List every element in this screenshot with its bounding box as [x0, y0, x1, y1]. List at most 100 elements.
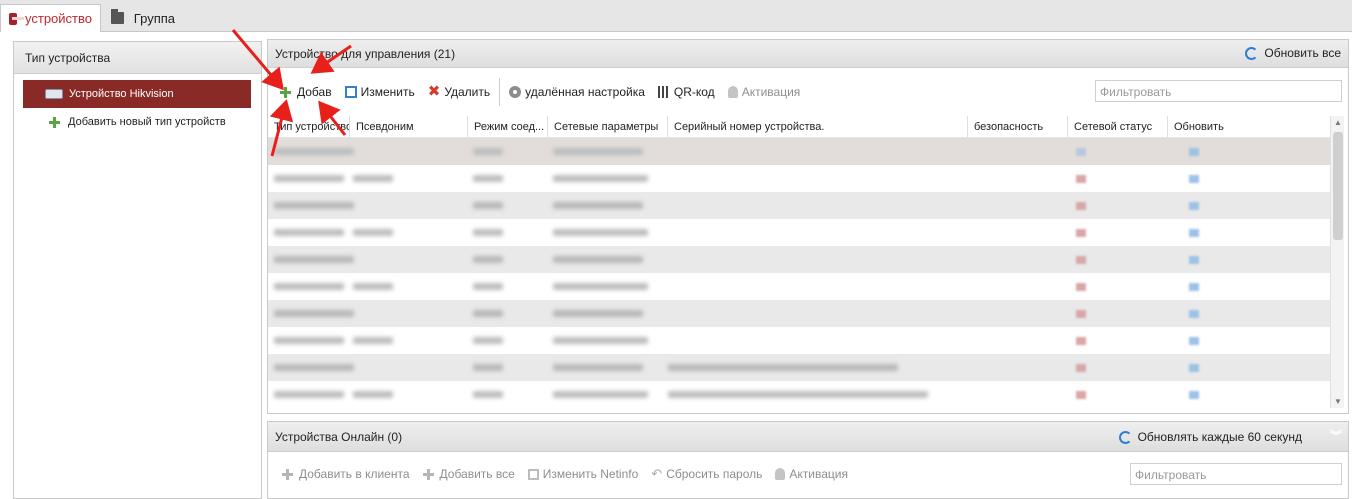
nvr-device-icon: [45, 89, 63, 99]
table-row[interactable]: [268, 192, 1332, 219]
col-network-params[interactable]: Сетевые параметры: [548, 116, 668, 138]
col-connection-mode[interactable]: Режим соед...: [468, 116, 548, 138]
devices-table-header: Тип устройство... Псевдоним Режим соед..…: [268, 116, 1333, 138]
obscured-cell: [473, 175, 503, 182]
obscured-cell: [553, 391, 648, 398]
network-status-icon: [1076, 283, 1086, 291]
col-device-type[interactable]: Тип устройство...: [268, 116, 350, 138]
obscured-cell: [668, 364, 898, 371]
delete-device-button[interactable]: ✖ Удалить: [427, 83, 491, 100]
table-row[interactable]: [268, 219, 1332, 246]
auto-refresh-toggle[interactable]: Обновлять каждые 60 секунд: [1118, 430, 1302, 444]
online-filter-input[interactable]: Фильтровать: [1130, 463, 1342, 485]
refresh-status-icon[interactable]: [1189, 364, 1199, 372]
col-security[interactable]: безопасность: [968, 116, 1068, 138]
devices-scrollbar[interactable]: ▲ ▼: [1330, 116, 1344, 408]
obscured-cell: [473, 148, 503, 155]
add-all-button[interactable]: Добавить все: [422, 467, 515, 481]
refresh-status-icon[interactable]: [1189, 283, 1199, 291]
obscured-cell: [274, 256, 354, 263]
add-device-label: Добав: [297, 85, 332, 99]
refresh-all-button[interactable]: Обновить все: [1245, 46, 1341, 60]
delete-icon: ✖: [427, 83, 441, 100]
plus-icon: [422, 468, 434, 480]
refresh-status-icon[interactable]: [1189, 337, 1199, 345]
obscured-cell: [353, 391, 393, 398]
table-row[interactable]: [268, 354, 1332, 381]
edit-device-label: Изменить: [360, 85, 415, 99]
device-type-panel: Тип устройства Устройство Hikvision Доба…: [13, 41, 262, 499]
edit-icon: [527, 468, 539, 480]
col-network-status[interactable]: Сетевой статус: [1068, 116, 1168, 138]
obscured-cell: [274, 310, 354, 317]
table-row[interactable]: [268, 300, 1332, 327]
obscured-cell: [553, 337, 648, 344]
edit-netinfo-button[interactable]: Изменить Netinfo: [527, 467, 638, 481]
obscured-cell: [553, 364, 643, 371]
obscured-cell: [553, 256, 643, 263]
table-row[interactable]: [268, 381, 1332, 408]
table-row[interactable]: [268, 165, 1332, 192]
managed-filter-input[interactable]: Фильтровать: [1095, 80, 1342, 102]
obscured-cell: [353, 337, 393, 344]
refresh-status-icon[interactable]: [1189, 391, 1199, 399]
table-row[interactable]: [268, 273, 1332, 300]
devices-table-body: [268, 138, 1332, 408]
online-activate-button[interactable]: Активация: [775, 467, 848, 481]
col-alias[interactable]: Псевдоним: [350, 116, 468, 138]
bulb-icon: [727, 86, 738, 98]
main-area: Тип устройства Устройство Hikvision Доба…: [0, 32, 1352, 499]
network-status-icon: [1076, 310, 1086, 318]
table-row[interactable]: [268, 327, 1332, 354]
scroll-up-icon[interactable]: ▲: [1334, 118, 1342, 127]
tab-device[interactable]: устройство: [0, 4, 101, 32]
plus-icon: [49, 116, 60, 128]
online-toolbar: Добавить в клиента Добавить все Изменить…: [268, 461, 1348, 487]
tree-item-hikvision-label: Устройство Hikvision: [69, 88, 174, 100]
scroll-thumb[interactable]: [1333, 132, 1343, 240]
activate-button[interactable]: Активация: [727, 85, 800, 99]
obscured-cell: [274, 391, 344, 398]
scroll-down-icon[interactable]: ▼: [1334, 397, 1342, 406]
refresh-status-icon[interactable]: [1189, 310, 1199, 318]
tree-item-add-type[interactable]: Добавить новый тип устройств: [49, 116, 226, 128]
add-to-client-button[interactable]: Добавить в клиента: [282, 467, 410, 481]
obscured-cell: [274, 148, 354, 155]
refresh-status-icon[interactable]: [1189, 256, 1199, 264]
network-status-icon: [1076, 256, 1086, 264]
obscured-cell: [553, 175, 648, 182]
obscured-cell: [473, 310, 503, 317]
col-serial-number[interactable]: Серийный номер устройства.: [668, 116, 968, 138]
edit-icon: [344, 86, 357, 98]
table-row[interactable]: [268, 246, 1332, 273]
network-status-icon: [1076, 364, 1086, 372]
obscured-cell: [274, 202, 354, 209]
table-row[interactable]: [268, 138, 1332, 165]
reset-password-button[interactable]: ↶ Сбросить пароль: [651, 466, 762, 482]
tree-item-hikvision[interactable]: Устройство Hikvision: [23, 80, 251, 108]
edit-device-button[interactable]: Изменить: [344, 85, 415, 99]
network-status-icon: [1076, 337, 1086, 345]
delete-device-label: Удалить: [444, 85, 491, 99]
bulb-icon: [775, 468, 786, 480]
obscured-cell: [353, 175, 393, 182]
auto-refresh-label: Обновлять каждые 60 секунд: [1137, 430, 1302, 444]
remote-config-button[interactable]: удалённая настройка: [509, 85, 645, 99]
obscured-cell: [553, 310, 643, 317]
refresh-status-icon[interactable]: [1189, 148, 1199, 156]
obscured-cell: [274, 283, 344, 290]
undo-icon: ↶: [651, 466, 663, 481]
refresh-status-icon[interactable]: [1189, 202, 1199, 210]
obscured-cell: [553, 148, 643, 155]
col-refresh[interactable]: Обновить: [1168, 116, 1333, 138]
tree-item-add-type-label: Добавить новый тип устройств: [68, 116, 226, 128]
tab-group[interactable]: Группа: [103, 4, 183, 32]
refresh-status-icon[interactable]: [1189, 175, 1199, 183]
obscured-cell: [473, 229, 503, 236]
device-type-title: Тип устройства: [14, 42, 261, 74]
collapse-icon[interactable]: ︾: [1330, 427, 1342, 444]
managed-devices-panel: Устройство для управления (21) Обновить …: [267, 39, 1349, 414]
add-device-button[interactable]: Добав: [280, 85, 332, 99]
refresh-status-icon[interactable]: [1189, 229, 1199, 237]
qr-code-button[interactable]: QR-код: [657, 85, 715, 99]
